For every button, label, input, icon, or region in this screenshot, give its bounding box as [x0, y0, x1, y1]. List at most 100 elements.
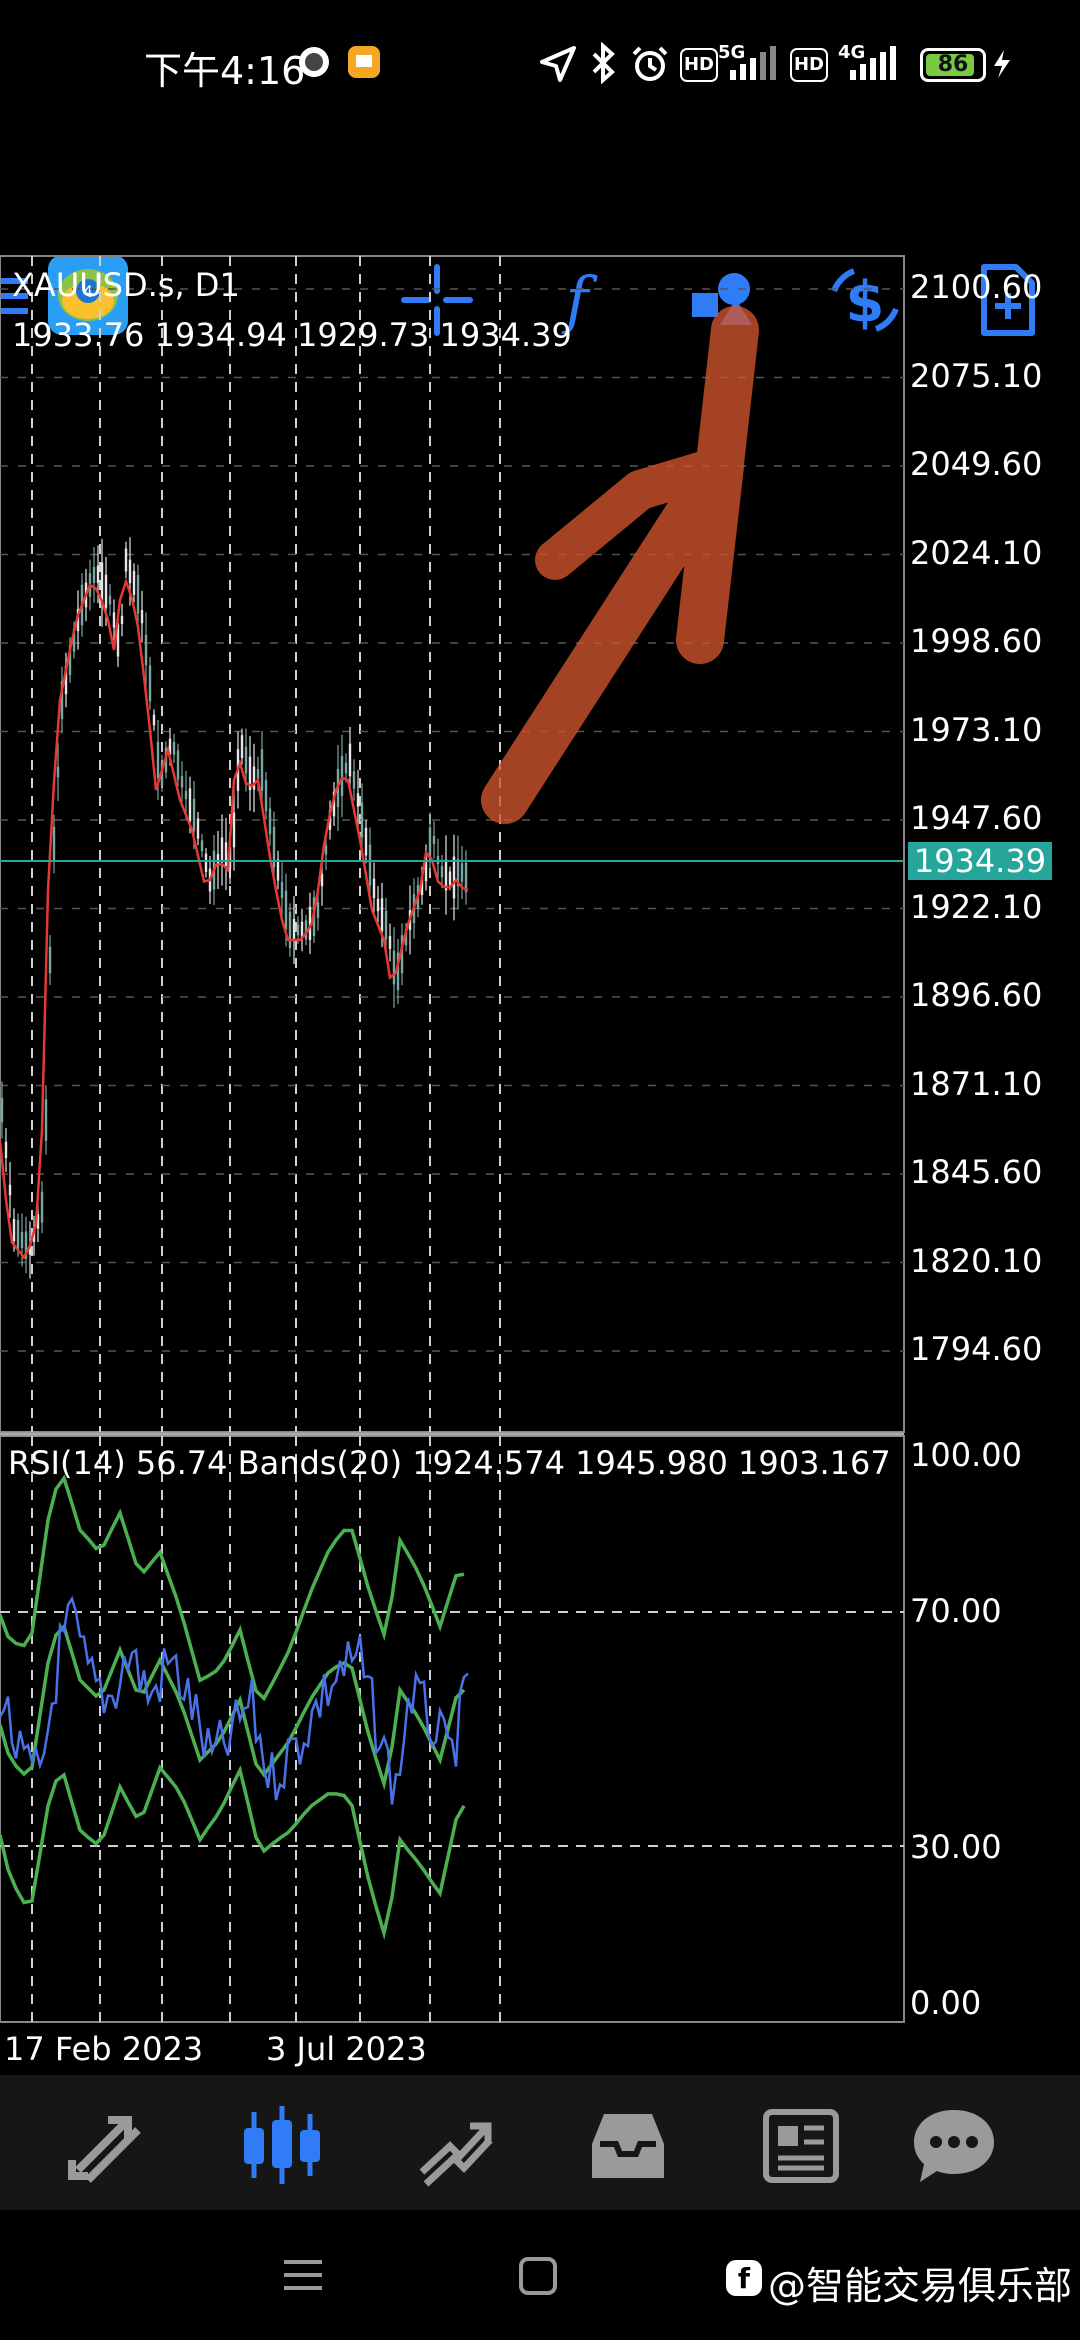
candle-body — [276, 859, 280, 881]
menu-lines-icon[interactable] — [282, 2258, 324, 2292]
price-axis-label: 1922.10 — [910, 887, 1043, 926]
rsi-axis-label: 100.00 — [910, 1436, 1022, 1474]
candle-body — [48, 946, 52, 974]
candle-body — [440, 866, 444, 878]
signal-5g-icon — [730, 46, 776, 80]
candle-body — [368, 844, 372, 886]
status-bar: 下午4:16 HD 5G HD 4G 86 — [0, 0, 1080, 120]
vertical-grid — [31, 256, 501, 2022]
candle-body — [20, 1232, 24, 1248]
quotes-arrows-icon[interactable] — [58, 2100, 158, 2190]
candle-body — [52, 826, 56, 862]
candle-body — [224, 842, 228, 866]
rsi-axis-label: 30.00 — [910, 1828, 1002, 1866]
candle-body — [360, 802, 364, 838]
news-icon[interactable] — [752, 2100, 852, 2190]
status-time: 下午4:16 — [144, 49, 306, 93]
signal-4g-icon — [850, 46, 896, 80]
candle-body — [380, 898, 384, 932]
rsi-axis-label: 0.00 — [910, 1984, 982, 2022]
candle-body — [40, 1191, 44, 1223]
history-inbox-icon[interactable] — [578, 2100, 678, 2190]
candle-body — [324, 845, 328, 855]
candle-body — [284, 890, 288, 930]
chart-symbol: XAUUSD.s, D1 — [12, 266, 240, 304]
candle-body — [364, 827, 368, 856]
price-axis-label: 1947.60 — [910, 799, 1043, 837]
candle-body — [152, 714, 156, 726]
candle-body — [120, 615, 124, 625]
candle-body — [200, 840, 204, 852]
rsi-header: RSI(14) 56.74 Bands(20) 1924.574 1945.98… — [8, 1444, 891, 1482]
candle-body — [340, 755, 344, 797]
notification-app-icon — [348, 46, 380, 78]
candle-body — [44, 1099, 48, 1141]
svg-text:f: f — [738, 2262, 751, 2295]
price-axis-label: 1845.60 — [910, 1153, 1043, 1191]
candle-body — [188, 788, 192, 822]
battery-icon: 86 — [920, 48, 986, 82]
price-axis-label: 1896.60 — [910, 976, 1043, 1014]
price-axis-label: 1794.60 — [910, 1330, 1043, 1368]
candle-body — [96, 565, 100, 583]
candle-body — [132, 570, 136, 595]
candle-body — [128, 559, 132, 584]
candle-body — [240, 735, 244, 759]
rsi-levels — [0, 1611, 904, 1847]
candle-body — [352, 771, 356, 789]
candle-body — [176, 750, 180, 780]
candle-body — [16, 1219, 20, 1251]
horizontal-grid — [0, 288, 904, 1352]
candle-body — [148, 665, 152, 702]
candle-body — [460, 863, 464, 882]
price-axis-label: 1820.10 — [910, 1241, 1043, 1280]
trade-lines-icon[interactable] — [404, 2100, 504, 2190]
candle-body — [8, 1184, 12, 1196]
chart-candles-icon[interactable] — [232, 2100, 332, 2190]
candle-body — [372, 878, 376, 899]
candle-body — [0, 1097, 4, 1123]
date-label-1: 17 Feb 2023 — [4, 2030, 204, 2068]
price-axis-label: 1998.60 — [910, 622, 1043, 660]
candle-body — [232, 812, 236, 848]
candle-body — [92, 566, 96, 584]
home-square-icon[interactable] — [518, 2256, 558, 2296]
candle-body — [112, 612, 116, 628]
candle-body — [448, 871, 452, 886]
date-label-2: 3 Jul 2023 — [266, 2030, 427, 2068]
candle-body — [452, 856, 456, 899]
candle-body — [384, 910, 388, 940]
app-logo-watermark-icon: f — [726, 2260, 762, 2296]
price-axis-label: 2075.10 — [910, 356, 1043, 395]
candle-body — [104, 574, 108, 609]
location-arrow-icon — [540, 46, 576, 82]
candle-body — [184, 790, 188, 800]
battery-level: 86 — [937, 52, 969, 77]
watermark-text: @智能交易俱乐部 — [768, 2264, 1073, 2308]
candle-body — [156, 741, 160, 779]
bluetooth-icon — [592, 42, 615, 84]
candle-body — [288, 911, 292, 949]
price-axis-label: 2100.60 — [910, 268, 1043, 306]
candle-body — [192, 798, 196, 832]
candle-body — [348, 743, 352, 777]
chart-ohlc-values: 1933.76 1934.94 1929.73 1934.39 — [12, 316, 572, 354]
price-axis-label: 1871.10 — [910, 1064, 1043, 1103]
chat-icon[interactable] — [904, 2100, 1004, 2190]
charging-bolt-icon — [994, 50, 1010, 78]
candle-body — [196, 818, 200, 839]
main-chart-frame — [0, 255, 905, 1433]
candle-body — [376, 898, 380, 912]
hd-badge-1: HD — [680, 48, 718, 82]
candle-body — [4, 1141, 8, 1159]
candle-body — [108, 595, 112, 605]
candle-body — [280, 882, 284, 898]
candle-body — [136, 575, 140, 614]
alarm-icon — [632, 46, 668, 81]
candle-body — [316, 902, 320, 918]
candle-body — [220, 837, 224, 863]
candle-body — [144, 634, 148, 666]
candle-body — [292, 918, 296, 942]
candle-body — [428, 827, 432, 858]
price-axis-label: 2024.10 — [910, 533, 1043, 572]
